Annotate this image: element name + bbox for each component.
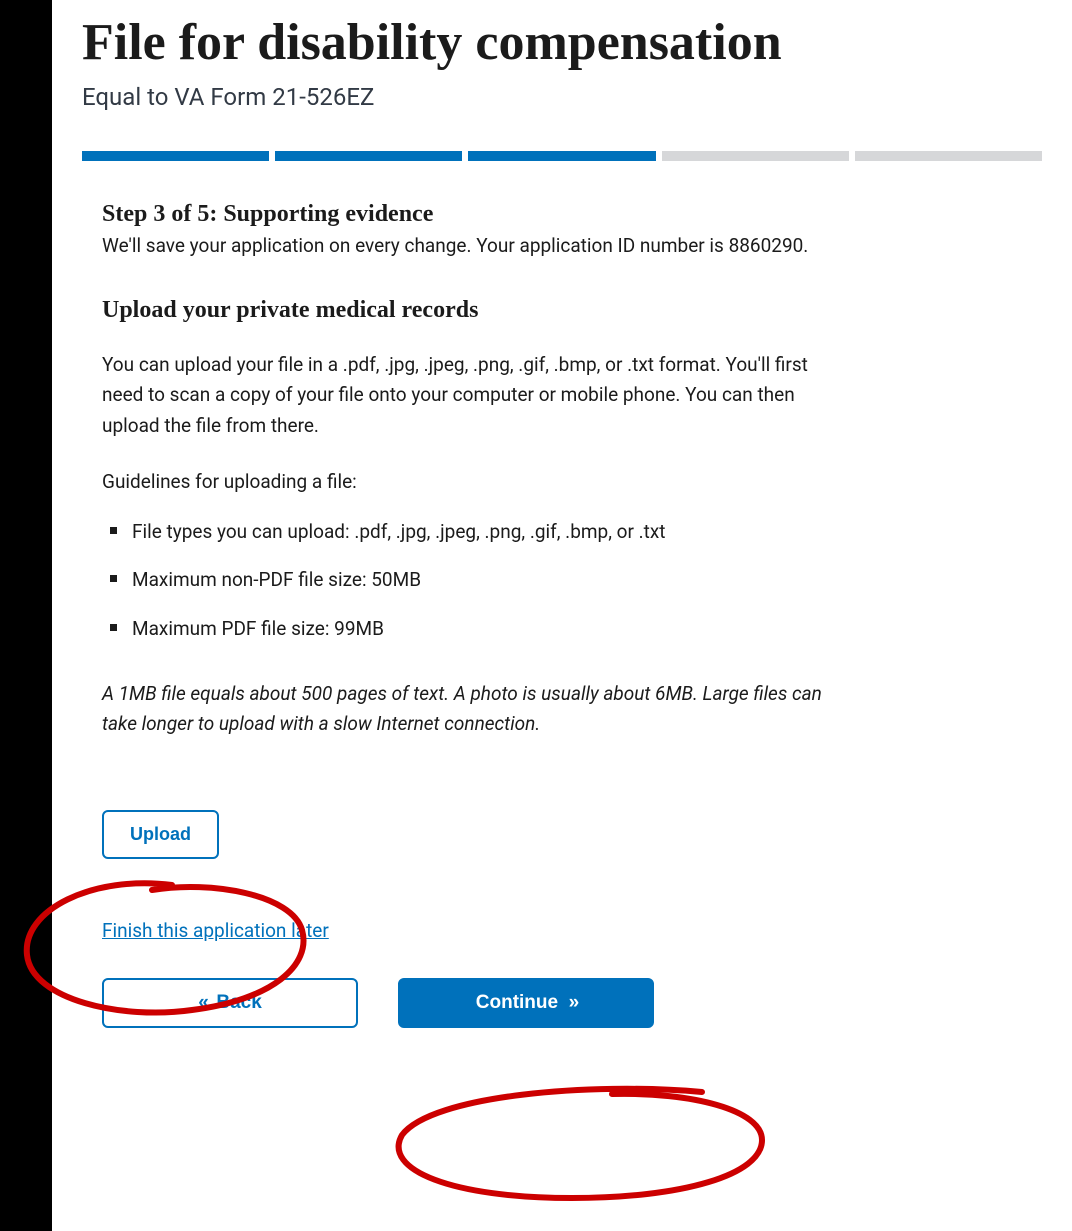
guideline-item: File types you can upload: .pdf, .jpg, .… [132,508,1022,557]
left-sidebar [0,0,52,1231]
save-note: We'll save your application on every cha… [102,234,1022,257]
step-heading: Step 3 of 5: Supporting evidence [102,201,1022,228]
finish-later-link[interactable]: Finish this application later [102,919,329,942]
continue-label: Continue [476,992,558,1013]
progress-bar [82,151,1042,161]
continue-button[interactable]: Continue » [398,978,654,1028]
guidelines-label: Guidelines for uploading a file: [102,467,822,497]
main-content: File for disability compensation Equal t… [52,0,1072,1231]
page-subtitle: Equal to VA Form 21-526EZ [82,83,1042,111]
guidelines-list: File types you can upload: .pdf, .jpg, .… [102,508,1022,654]
nav-buttons: « Back Continue » [102,978,1022,1028]
guideline-item: Maximum PDF file size: 99MB [132,605,1022,654]
progress-segment-1 [82,151,269,161]
upload-button[interactable]: Upload [102,810,219,859]
annotation-circle-continue [362,1080,782,1210]
progress-segment-2 [275,151,462,161]
chevron-right-icon: » [569,992,577,1013]
section-intro: You can upload your file in a .pdf, .jpg… [102,350,822,441]
chevron-left-icon: « [198,992,206,1013]
progress-segment-5 [855,151,1042,161]
back-label: Back [216,992,261,1013]
guideline-item: Maximum non-PDF file size: 50MB [132,556,1022,605]
section-heading: Upload your private medical records [102,297,1022,324]
back-button[interactable]: « Back [102,978,358,1028]
page-title: File for disability compensation [82,10,1042,75]
progress-segment-3 [468,151,655,161]
file-size-note: A 1MB file equals about 500 pages of tex… [102,679,822,740]
progress-segment-4 [662,151,849,161]
